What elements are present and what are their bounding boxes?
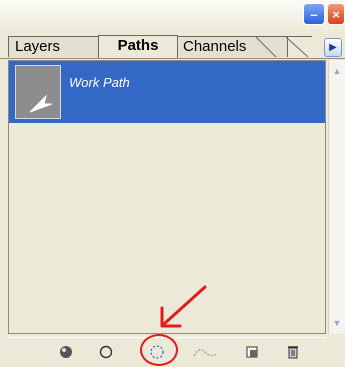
path-row-work-path[interactable]: Work Path — [9, 61, 325, 123]
panel-tabs: Layers Paths Channels — [0, 34, 345, 59]
panel-titlebar: – × — [0, 0, 345, 34]
tab-divider — [256, 36, 312, 58]
delete-path-icon[interactable] — [283, 342, 303, 362]
scroll-up-icon[interactable]: ▲ — [330, 64, 344, 78]
panel-menu-button[interactable]: ▶ — [324, 38, 342, 57]
tab-label: Layers — [15, 38, 61, 55]
annotation-arrow-icon — [160, 285, 207, 328]
chevron-right-icon: ▶ — [329, 42, 337, 53]
fill-path-icon[interactable] — [56, 342, 76, 362]
minimize-button[interactable]: – — [303, 3, 325, 25]
path-name: Work Path — [69, 75, 130, 90]
tab-label: Channels — [183, 38, 247, 55]
annotation-circle — [140, 334, 178, 366]
vertical-scrollbar[interactable]: ▲ ▼ — [328, 60, 345, 334]
close-button[interactable]: × — [327, 3, 345, 25]
new-path-icon[interactable] — [242, 342, 262, 362]
tab-label: Paths — [117, 37, 159, 54]
stroke-path-icon[interactable] — [96, 342, 116, 362]
path-shape-icon — [29, 94, 53, 113]
tab-paths[interactable]: Paths — [98, 35, 178, 58]
tab-layers[interactable]: Layers — [8, 36, 100, 57]
make-work-path-icon[interactable] — [190, 342, 220, 362]
path-thumbnail — [15, 65, 61, 119]
scroll-down-icon[interactable]: ▼ — [330, 316, 344, 330]
